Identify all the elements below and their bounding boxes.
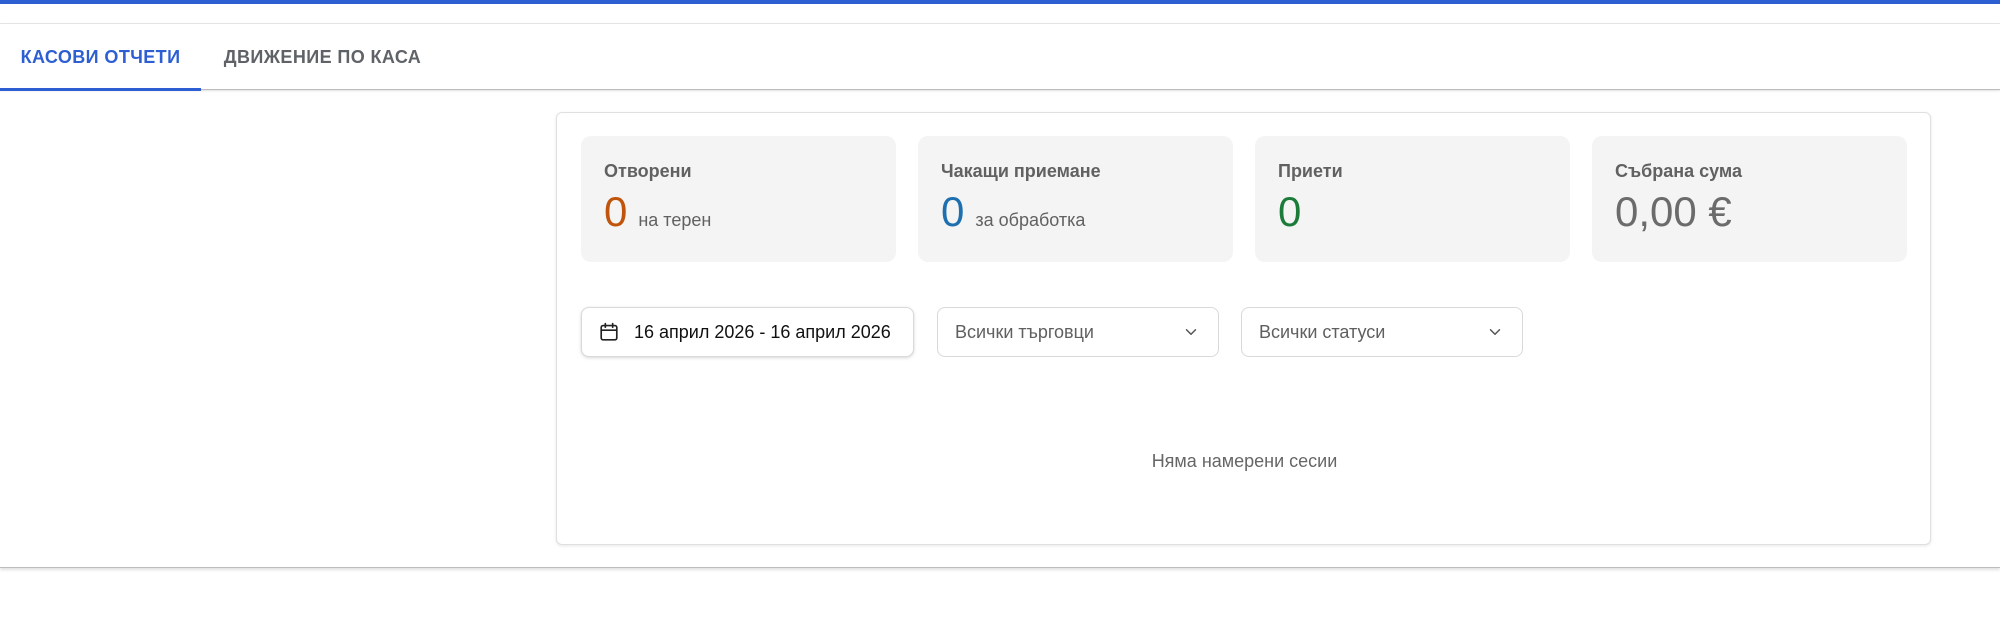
calendar-icon bbox=[598, 321, 620, 343]
stat-pending: Чакащи приемане 0 за обработка bbox=[918, 136, 1233, 262]
stat-open-value: 0 bbox=[604, 188, 628, 235]
merchants-select-value: Всички търговци bbox=[955, 321, 1094, 342]
tab-bar: КАСОВИ ОТЧЕТИ ДВИЖЕНИЕ ПО КАСА bbox=[0, 24, 2000, 91]
statuses-select-value: Всички статуси bbox=[1259, 321, 1386, 342]
stat-pending-value: 0 bbox=[941, 188, 965, 235]
stat-open-label: Отворени bbox=[604, 161, 692, 181]
date-range-value: 16 април 2026 - 16 април 2026 bbox=[634, 321, 891, 342]
statuses-select[interactable]: Всички статуси bbox=[1241, 307, 1523, 357]
stat-collected-value: 0,00 € bbox=[1615, 188, 1732, 235]
top-accent-bar bbox=[0, 0, 2000, 4]
stat-accepted-value: 0 bbox=[1278, 188, 1302, 235]
stat-accepted: Приети 0 bbox=[1255, 136, 1570, 262]
stat-collected: Събрана сума 0,00 € bbox=[1592, 136, 1907, 262]
tab-cash-reports[interactable]: КАСОВИ ОТЧЕТИ bbox=[0, 24, 201, 91]
stat-accepted-label: Приети bbox=[1278, 161, 1343, 181]
chevron-down-icon bbox=[1486, 323, 1504, 341]
sessions-card: Отворени 0 на терен Чакащи приемане 0 за… bbox=[556, 112, 1931, 545]
date-range-picker[interactable]: 16 април 2026 - 16 април 2026 bbox=[581, 307, 914, 357]
stat-open-sub: на терен bbox=[638, 210, 712, 230]
tab-cash-reports-label: КАСОВИ ОТЧЕТИ bbox=[20, 46, 181, 67]
stat-pending-sub: за обработка bbox=[975, 210, 1086, 230]
stat-open: Отворени 0 на терен bbox=[581, 136, 896, 262]
stat-collected-label: Събрана сума bbox=[1615, 161, 1743, 181]
stat-pending-label: Чакащи приемане bbox=[941, 161, 1101, 181]
tab-cash-movements-label: ДВИЖЕНИЕ ПО КАСА bbox=[223, 46, 422, 67]
chevron-down-icon bbox=[1182, 323, 1200, 341]
empty-state-message: Няма намерени сесии bbox=[1151, 451, 1338, 471]
tab-cash-movements[interactable]: ДВИЖЕНИЕ ПО КАСА bbox=[201, 24, 444, 90]
merchants-select[interactable]: Всички търговци bbox=[937, 307, 1219, 357]
